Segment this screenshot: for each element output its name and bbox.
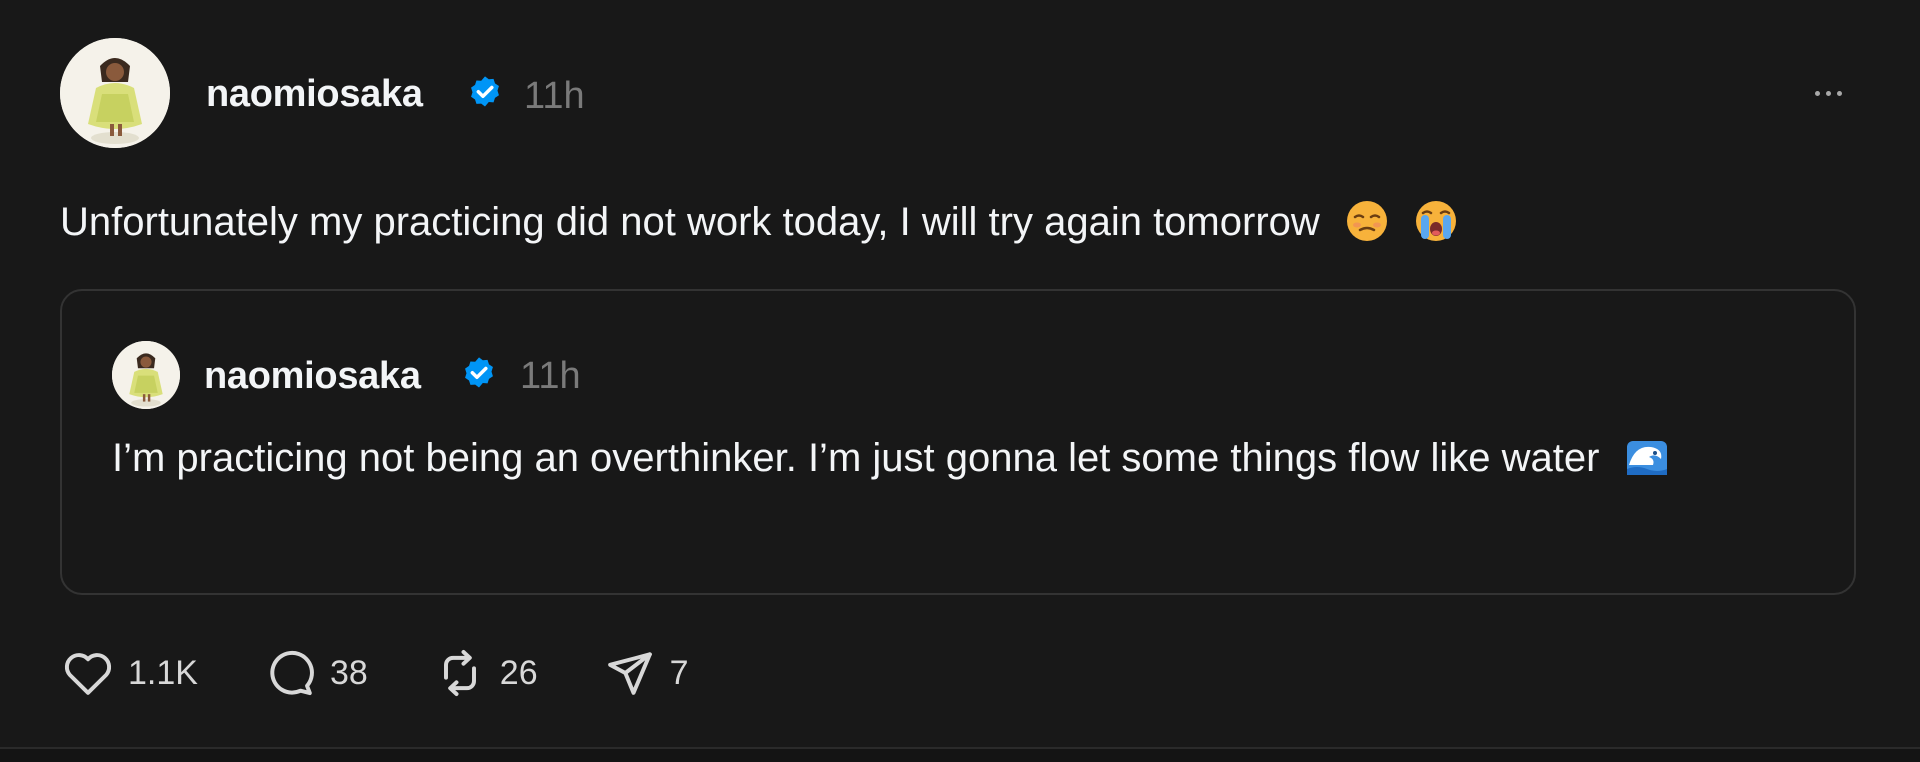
like-count: 1.1K xyxy=(128,654,198,692)
quoted-post-card[interactable]: naomiosaka 11h I’m practicing not being … xyxy=(60,289,1856,595)
comment-icon xyxy=(270,651,314,696)
repost-icon xyxy=(443,650,476,696)
reply-count: 38 xyxy=(329,654,368,692)
share-count: 7 xyxy=(669,654,689,692)
water-wave-emoji xyxy=(1626,441,1667,475)
loudly-crying-face-emoji xyxy=(1416,201,1457,241)
post-timestamp[interactable]: 11h xyxy=(524,77,585,115)
quoted-post-text: I’m practicing not being an overthinker.… xyxy=(112,427,1712,489)
like-button[interactable]: 1.1K xyxy=(60,645,198,701)
pensive-face-emoji xyxy=(1346,201,1387,241)
reply-button[interactable]: 38 xyxy=(262,645,368,701)
post-actions: 1.1K 38 26 7 xyxy=(60,645,753,701)
post-text-content: Unfortunately my practicing did not work… xyxy=(60,200,1320,244)
heart-icon xyxy=(64,653,112,695)
quoted-author-username[interactable]: naomiosaka xyxy=(204,357,421,395)
repost-count: 26 xyxy=(499,654,538,692)
avatar-image xyxy=(112,341,180,409)
next-post-edge xyxy=(0,749,1920,762)
quoted-post-text-content: I’m practicing not being an overthinker.… xyxy=(112,436,1600,480)
verified-badge-icon xyxy=(465,357,493,388)
quoted-author-avatar[interactable] xyxy=(112,341,180,409)
verified-badge-icon xyxy=(471,76,499,107)
author-avatar[interactable] xyxy=(60,38,170,148)
more-options-icon[interactable] xyxy=(1800,78,1856,108)
avatar-image xyxy=(60,38,170,148)
quoted-post-timestamp[interactable]: 11h xyxy=(520,357,581,395)
repost-button[interactable]: 26 xyxy=(432,645,538,701)
thread-post: naomiosaka 11h Unfortunately my practici… xyxy=(0,0,1920,747)
share-button[interactable]: 7 xyxy=(602,645,689,701)
share-icon xyxy=(607,652,652,695)
post-text: Unfortunately my practicing did not work… xyxy=(60,196,1458,248)
author-username[interactable]: naomiosaka xyxy=(206,75,423,113)
